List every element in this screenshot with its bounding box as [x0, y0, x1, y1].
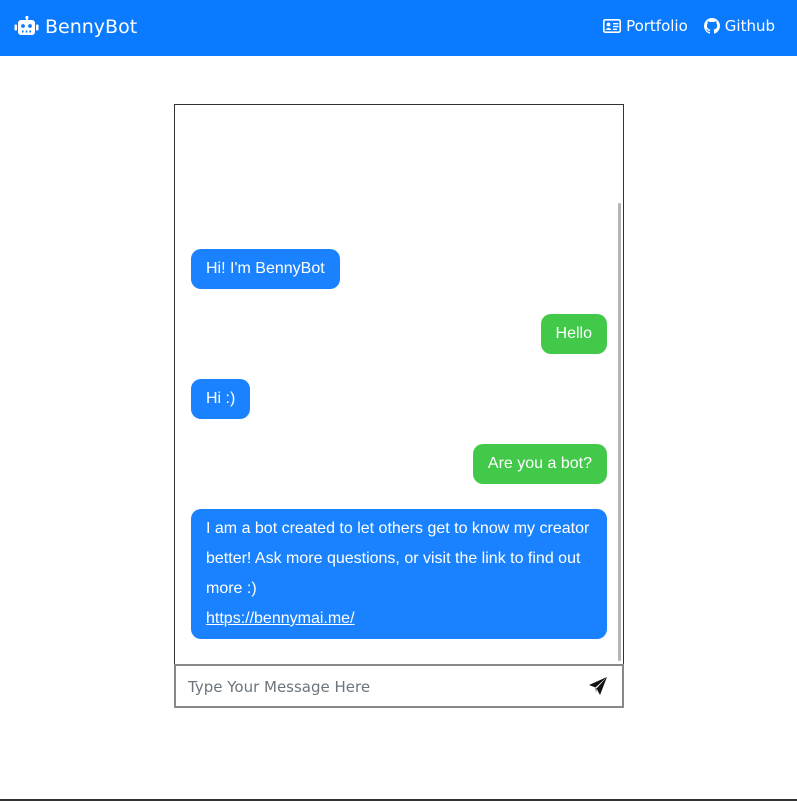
message-text: Are you a bot? [487, 455, 592, 472]
message-text: Hi! I'm BennyBot [206, 260, 325, 277]
nav-link-portfolio[interactable]: Portfolio [603, 17, 688, 35]
navbar: BennyBot Portfolio Github [0, 0, 797, 56]
bot-message: Hi! I'm BennyBot [191, 249, 340, 289]
send-button[interactable] [588, 676, 610, 698]
brand-link[interactable]: BennyBot [14, 16, 137, 38]
message-line: more :) [206, 580, 257, 597]
robot-icon [14, 16, 39, 35]
message-input[interactable] [188, 675, 578, 699]
message-composer [174, 664, 624, 708]
brand-label: BennyBot [45, 16, 138, 38]
bot-message: I am a bot created to let others get to … [191, 509, 607, 639]
nav-links: Portfolio Github [603, 17, 775, 35]
message-line: I am a bot created to let others get to … [206, 520, 590, 537]
message-link[interactable]: https://bennymai.me/ [206, 610, 355, 627]
bot-message: Hi :) [191, 379, 251, 419]
message-text: Hello [555, 325, 592, 342]
github-icon [703, 18, 720, 34]
message-text: Hi :) [206, 390, 236, 407]
nav-link-github[interactable]: Github [703, 17, 775, 35]
chat-window[interactable]: Hi! I'm BennyBot Hello Hi :) Are you a b… [174, 104, 624, 666]
user-message: Are you a bot? [472, 444, 607, 484]
user-message: Hello [540, 314, 607, 354]
id-card-icon [603, 19, 622, 33]
message-line: better! Ask more questions, or visit the… [206, 550, 581, 567]
paper-plane-icon [589, 677, 607, 695]
nav-link-github-label: Github [724, 17, 775, 35]
chat-scrollbar[interactable] [617, 203, 621, 661]
nav-link-portfolio-label: Portfolio [626, 17, 688, 35]
chat-scrollbar-thumb[interactable] [618, 203, 621, 661]
